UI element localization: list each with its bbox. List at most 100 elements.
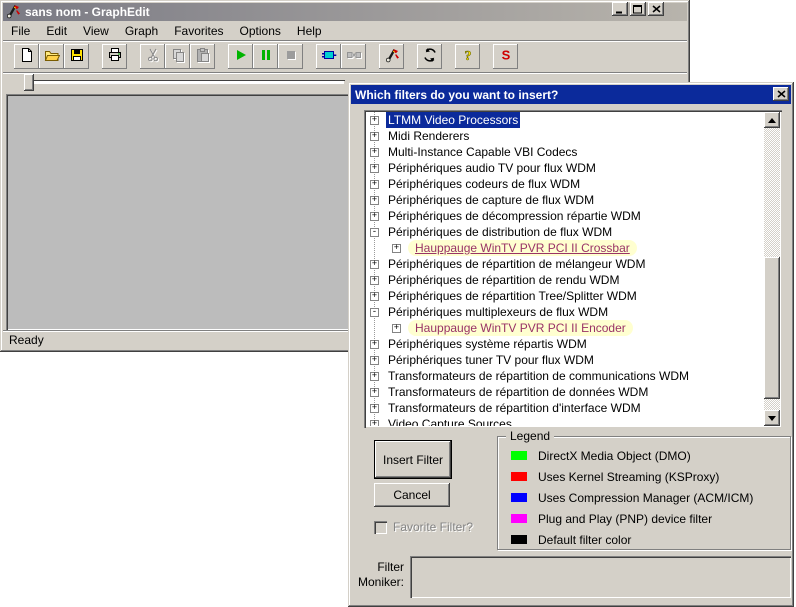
insert-filter-button[interactable]: Insert Filter <box>374 440 452 479</box>
expand-icon[interactable]: + <box>370 372 379 381</box>
tree-item[interactable]: +Transformateurs de répartition de donné… <box>366 384 764 400</box>
filter-moniker-label-line1: Filter <box>356 560 404 575</box>
cancel-button[interactable]: Cancel <box>374 483 450 507</box>
insert-filter-button[interactable] <box>316 44 341 69</box>
refresh-button[interactable] <box>417 44 442 69</box>
legend-title: Legend <box>506 429 554 443</box>
expand-icon[interactable]: + <box>370 180 379 189</box>
disconnect-button[interactable] <box>341 44 366 69</box>
tree-item-label: Périphériques de répartition de rendu WD… <box>386 272 621 288</box>
stop-icon <box>283 47 299 66</box>
expand-icon[interactable]: + <box>370 164 379 173</box>
scroll-down-icon[interactable] <box>764 410 780 426</box>
expand-icon[interactable]: + <box>370 356 379 365</box>
tree-item[interactable]: +Périphériques système répartis WDM <box>366 336 764 352</box>
tree-item[interactable]: + Transformateurs de répartition d'interf… <box>366 400 764 416</box>
tree-item-label: Transformateurs de répartition d'interfa… <box>386 400 643 416</box>
cut-button[interactable] <box>140 44 165 69</box>
tree-item[interactable]: +Hauppauge WinTV PVR PCI II Encoder <box>366 320 764 336</box>
legend-row: DirectX Media Object (DMO) <box>511 445 784 466</box>
scrollbar-thumb[interactable] <box>764 257 780 399</box>
menu-help[interactable]: Help <box>289 22 330 40</box>
dialog-titlebar[interactable]: Which filters do you want to insert? <box>351 85 791 104</box>
tree-item[interactable]: +Multi-Instance Capable VBI Codecs <box>366 144 764 160</box>
tree-item-label: Périphériques de répartition de mélangeu… <box>386 256 647 272</box>
tree-item[interactable]: +Périphériques codeurs de flux WDM <box>366 176 764 192</box>
tree-item[interactable]: -Périphériques de distribution de flux W… <box>366 224 764 240</box>
tree-item-label: LTMM Video Processors <box>386 112 520 128</box>
menu-graph[interactable]: Graph <box>117 22 166 40</box>
menu-favorites[interactable]: Favorites <box>166 22 231 40</box>
filter-moniker-field[interactable] <box>410 556 791 598</box>
copy-button[interactable] <box>165 44 190 69</box>
stop-button[interactable] <box>278 44 303 69</box>
expand-icon[interactable]: + <box>370 212 379 221</box>
close-icon[interactable] <box>773 87 789 101</box>
tree-item[interactable]: +Périphériques de répartition Tree/Split… <box>366 288 764 304</box>
pause-button[interactable] <box>253 44 278 69</box>
vertical-scrollbar[interactable] <box>764 112 780 426</box>
save-button[interactable] <box>64 44 89 69</box>
svg-text:?: ? <box>464 49 471 63</box>
tree-item[interactable]: + Périphériques de répartition de rendu W… <box>366 272 764 288</box>
print-button[interactable] <box>102 44 127 69</box>
tree-item[interactable]: +Périphériques de capture de flux WDM <box>366 192 764 208</box>
tree-item[interactable]: -Périphériques multiplexeurs de flux WDM <box>366 304 764 320</box>
expand-icon[interactable]: + <box>370 148 379 157</box>
expand-icon[interactable]: + <box>370 420 379 427</box>
expand-icon[interactable]: + <box>370 340 379 349</box>
tree-item-label: Périphériques de décompression répartie … <box>386 208 643 224</box>
expand-icon[interactable]: + <box>370 132 379 141</box>
tree-item[interactable]: + Périphériques de décompression répartie… <box>366 208 764 224</box>
expand-icon[interactable]: + <box>370 292 379 301</box>
tree-item[interactable]: +Transformateurs de répartition de commu… <box>366 368 764 384</box>
tree-item-label: Périphériques audio TV pour flux WDM <box>386 160 598 176</box>
expand-icon[interactable]: + <box>370 196 379 205</box>
expand-icon[interactable]: + <box>392 244 401 253</box>
tree-item[interactable]: +Video Capture Sources <box>366 416 764 426</box>
collapse-icon[interactable]: - <box>370 228 379 237</box>
status-text: Ready <box>3 333 44 347</box>
print-icon <box>107 47 123 66</box>
minimize-icon[interactable] <box>612 2 628 16</box>
close-icon[interactable] <box>648 2 664 16</box>
filter-tree: + LTMM Video Processors+Midi Renderers+Mu… <box>364 110 782 428</box>
expand-icon[interactable]: + <box>370 404 379 413</box>
open-folder-icon <box>44 47 60 66</box>
tree-item[interactable]: +Hauppauge WinTV PVR PCI II Crossbar <box>366 240 764 256</box>
help-button[interactable]: ? <box>455 44 480 69</box>
tree-item[interactable]: + LTMM Video Processors <box>366 112 764 128</box>
graphedit-logo-button[interactable] <box>379 44 404 69</box>
trackbar-groove[interactable] <box>27 80 345 85</box>
tree-item[interactable]: +Périphériques tuner TV pour flux WDM <box>366 352 764 368</box>
menu-options[interactable]: Options <box>232 22 289 40</box>
expand-icon[interactable]: + <box>370 388 379 397</box>
menu-edit[interactable]: Edit <box>38 22 75 40</box>
paste-button[interactable] <box>190 44 215 69</box>
dialog-title: Which filters do you want to insert? <box>355 88 558 102</box>
legend-label: Uses Kernel Streaming (KSProxy) <box>538 470 719 484</box>
desktop: sans nom - GraphEdit FileEditViewGraphFa… <box>0 0 796 607</box>
new-document-button[interactable] <box>14 44 39 69</box>
expand-icon[interactable]: + <box>370 116 379 125</box>
tree-item[interactable]: + Périphériques de répartition de mélange… <box>366 256 764 272</box>
main-titlebar[interactable]: sans nom - GraphEdit <box>3 3 687 21</box>
stats-button[interactable]: S <box>493 44 518 69</box>
collapse-icon[interactable]: - <box>370 308 379 317</box>
play-button[interactable] <box>228 44 253 69</box>
graphedit-logo-icon <box>384 47 400 66</box>
open-folder-button[interactable] <box>39 44 64 69</box>
tree-item[interactable]: + Périphériques audio TV pour flux WDM <box>366 160 764 176</box>
favorite-filter-checkbox[interactable] <box>374 521 387 534</box>
expand-icon[interactable]: + <box>370 276 379 285</box>
trackbar-thumb[interactable] <box>24 74 34 91</box>
tree-item[interactable]: +Midi Renderers <box>366 128 764 144</box>
expand-icon[interactable]: + <box>392 324 401 333</box>
legend-color-swatch <box>511 472 527 481</box>
menu-file[interactable]: File <box>3 22 38 40</box>
maximize-icon[interactable] <box>630 2 646 16</box>
scroll-up-icon[interactable] <box>764 112 780 128</box>
legend-label: Default filter color <box>538 533 631 547</box>
expand-icon[interactable]: + <box>370 260 379 269</box>
menu-view[interactable]: View <box>75 22 117 40</box>
